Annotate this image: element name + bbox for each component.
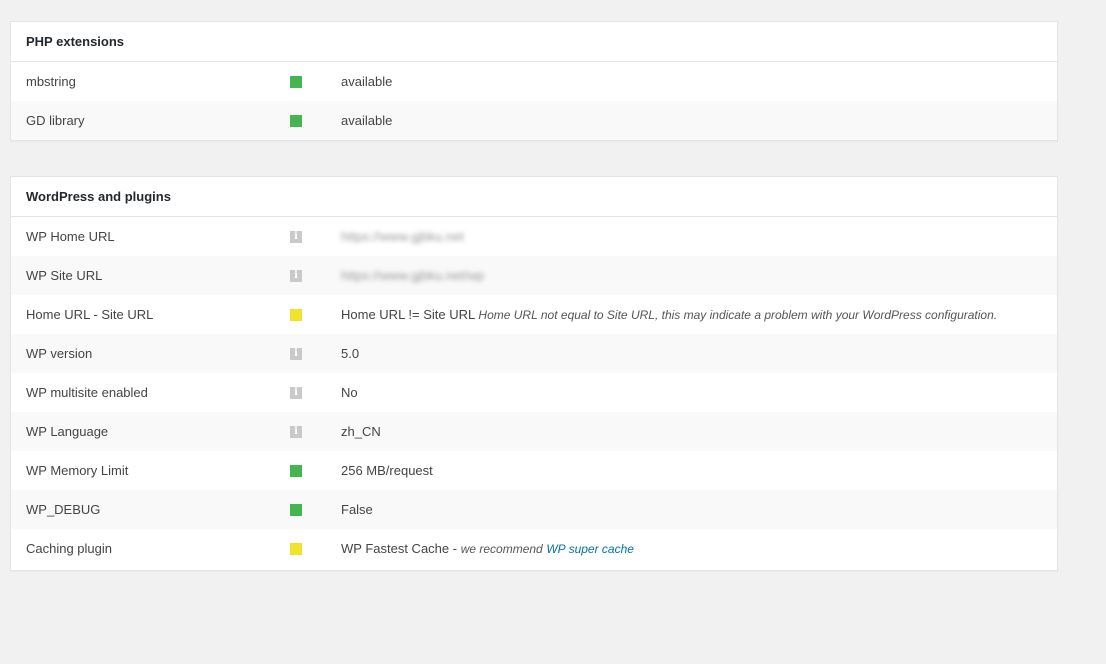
status-ok-icon	[290, 503, 302, 516]
table-row: WP Memory Limit 256 MB/request	[11, 451, 1057, 490]
row-value: zh_CN	[341, 424, 381, 439]
row-value: available	[341, 113, 393, 128]
row-label: Caching plugin	[26, 541, 113, 556]
row-value: Home URL != Site URL	[341, 307, 475, 322]
info-icon: i	[290, 347, 302, 360]
recommend-note: we recommend	[460, 542, 543, 556]
table-row: mbstring available	[11, 62, 1057, 101]
row-label: WP Language	[26, 424, 109, 439]
status-ok-icon	[290, 464, 302, 477]
row-value: No	[341, 385, 358, 400]
row-label: WP Memory Limit	[26, 463, 129, 478]
home-url-value: https://www.gjbku.net	[341, 229, 464, 244]
row-label: WP_DEBUG	[26, 502, 101, 517]
status-ok-icon	[290, 114, 302, 127]
row-value: available	[341, 74, 393, 89]
warning-note: Home URL not equal to Site URL, this may…	[478, 308, 998, 322]
info-icon: i	[290, 230, 302, 243]
status-warning-icon	[290, 542, 302, 555]
row-label: mbstring	[26, 74, 76, 89]
separator: -	[449, 541, 461, 556]
table-row: GD library available	[11, 101, 1057, 140]
page: PHP extensions mbstring available GD lib…	[0, 0, 1106, 664]
row-label: WP version	[26, 346, 93, 361]
info-icon: i	[290, 425, 302, 438]
wordpress-plugins-panel: WordPress and plugins WP Home URL i http…	[10, 176, 1058, 571]
panel-title: PHP extensions	[11, 22, 1057, 62]
row-value: WP Fastest Cache	[341, 541, 450, 556]
table-row: WP version i 5.0	[11, 334, 1057, 373]
table-row: WP Home URL i https://www.gjbku.net	[11, 217, 1057, 256]
table-row: Home URL - Site URL Home URL != Site URL…	[11, 295, 1057, 334]
row-label: WP multisite enabled	[26, 385, 148, 400]
wp-super-cache-link[interactable]: WP super cache	[546, 542, 634, 556]
table-row: WP Site URL i https://www.gjbku.net/wp	[11, 256, 1057, 295]
row-label: Home URL - Site URL	[26, 307, 154, 322]
table-row: WP multisite enabled i No	[11, 373, 1057, 412]
status-ok-icon	[290, 75, 302, 88]
info-icon: i	[290, 269, 302, 282]
info-icon: i	[290, 386, 302, 399]
row-label: GD library	[26, 113, 85, 128]
row-value: 256 MB/request	[341, 463, 433, 478]
panel-title: WordPress and plugins	[11, 177, 1057, 217]
php-extensions-panel: PHP extensions mbstring available GD lib…	[10, 21, 1058, 141]
table-row: WP_DEBUG False	[11, 490, 1057, 529]
table-row: WP Language i zh_CN	[11, 412, 1057, 451]
row-value: False	[341, 502, 373, 517]
row-label: WP Site URL	[26, 268, 103, 283]
site-url-value: https://www.gjbku.net/wp	[341, 268, 485, 283]
status-warning-icon	[290, 308, 302, 321]
row-label: WP Home URL	[26, 229, 115, 244]
row-value: 5.0	[341, 346, 360, 361]
table-row: Caching plugin WP Fastest Cache - we rec…	[11, 529, 1057, 568]
